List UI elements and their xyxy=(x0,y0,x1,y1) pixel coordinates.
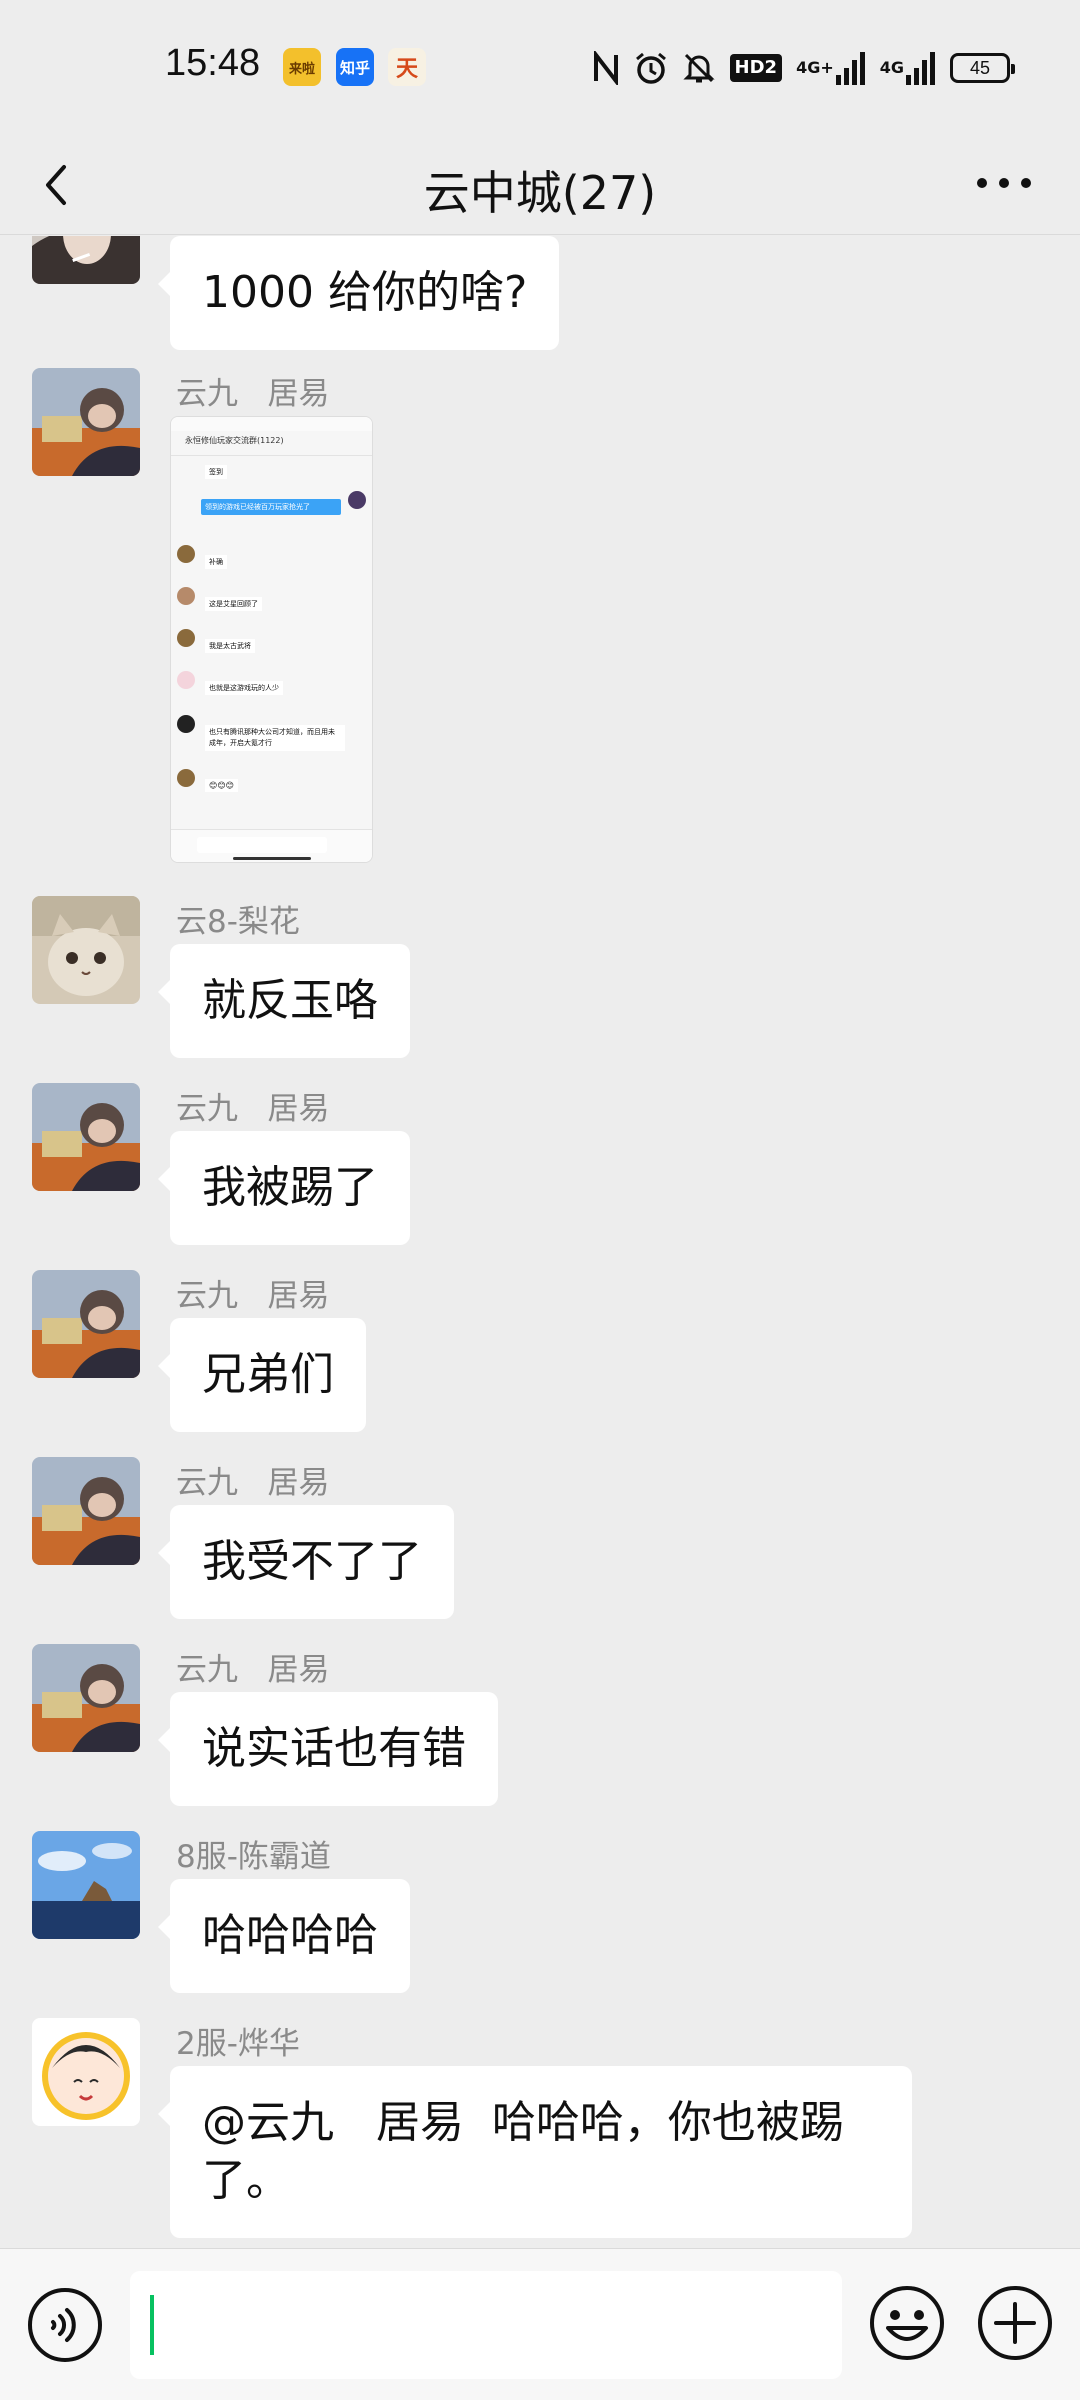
chat-title: 云中城(27) xyxy=(423,166,657,220)
message-bubble[interactable]: 就反玉咯 xyxy=(158,944,410,1058)
sender-name: 8服-陈霸道 xyxy=(176,1839,331,1875)
sender-name: 2服-烨华 xyxy=(176,2026,300,2062)
message-bubble[interactable]: 1000 给你的啥? xyxy=(157,236,560,350)
more-functions-icon[interactable] xyxy=(976,2284,1054,2362)
message-bubble[interactable]: 兄弟们 xyxy=(158,1318,366,1432)
signal-icon: 4G+ xyxy=(796,51,866,85)
avatar[interactable] xyxy=(32,368,140,476)
avatar[interactable] xyxy=(32,1270,140,1378)
more-options-icon[interactable] xyxy=(974,171,1034,195)
message-bubble[interactable]: 我被踢了 xyxy=(158,1131,410,1245)
alarm-icon xyxy=(634,51,668,85)
message-bubble[interactable]: 哈哈哈哈 xyxy=(158,1879,410,1993)
avatar[interactable] xyxy=(32,1831,140,1939)
sender-name: 云九 居易 xyxy=(176,376,330,412)
mute-icon xyxy=(682,51,716,85)
avatar[interactable] xyxy=(32,236,140,284)
battery-level: 45 xyxy=(950,53,1015,83)
avatar[interactable] xyxy=(32,896,140,1004)
screenshot-image-message[interactable]: 永恒修仙玩家交流群(1122) 签到 领到的游戏已经被百万玩家抢光了 补确 这是… xyxy=(170,416,373,863)
voice-input-icon[interactable] xyxy=(26,2286,104,2364)
avatar[interactable] xyxy=(32,1457,140,1565)
sender-name: 云九 居易 xyxy=(176,1465,330,1501)
system-icons: HD2 4G+ 4G 45 xyxy=(592,46,1015,90)
thumb-title: 永恒修仙玩家交流群(1122) xyxy=(185,436,284,445)
signal-icon: 4G xyxy=(880,51,936,85)
sender-name: 云8-梨花 xyxy=(176,904,300,940)
input-bar xyxy=(0,2248,1080,2400)
text-cursor xyxy=(150,2295,154,2355)
avatar[interactable] xyxy=(32,1083,140,1191)
notification-app-icon: 天 xyxy=(388,48,426,86)
avatar[interactable] xyxy=(32,1644,140,1752)
notification-app-icon: 来啦 xyxy=(283,48,321,86)
status-time: 15:48 xyxy=(165,42,261,84)
sender-name: 云九 居易 xyxy=(176,1278,330,1314)
message-input[interactable] xyxy=(130,2271,842,2379)
zhihu-app-icon: 知乎 xyxy=(336,48,374,86)
battery-icon: 45 xyxy=(950,51,1015,85)
hd-icon: HD2 xyxy=(729,51,783,85)
avatar[interactable] xyxy=(32,2018,140,2126)
emoji-icon[interactable] xyxy=(868,2284,946,2362)
message-bubble[interactable]: @云九 居易 哈哈哈，你也被踢 了。 xyxy=(158,2066,912,2238)
status-bar: 15:48 来啦 知乎 天 HD2 4G+ 4G 45 xyxy=(0,0,1080,135)
chat-header: 云中城(27) xyxy=(0,135,1080,235)
sender-name: 云九 居易 xyxy=(176,1091,330,1127)
message-list[interactable]: 1000 给你的啥? 云九 居易 永恒修仙玩家交流群(1122) 签到 领到的游… xyxy=(0,236,1080,2248)
nfc-icon xyxy=(592,51,620,85)
sender-name: 云九 居易 xyxy=(176,1652,330,1688)
message-bubble[interactable]: 我受不了了 xyxy=(158,1505,454,1619)
message-bubble[interactable]: 说实话也有错 xyxy=(158,1692,498,1806)
